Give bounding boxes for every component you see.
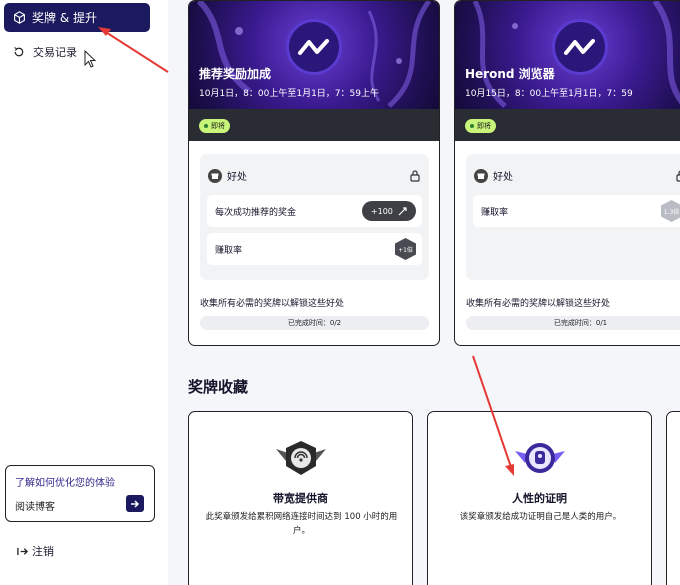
benefit-row: 赚取率 +1倍 — [207, 233, 422, 265]
medal-card[interactable]: 带宽提供商 此奖章颁发给累积网络连接时间达到 100 小时的用户。 — [188, 411, 413, 585]
logout-button[interactable]: 注销 — [17, 543, 54, 559]
cube-icon — [14, 11, 25, 24]
sidebar-item-history[interactable]: 交易记录 — [4, 40, 77, 64]
main-content: 推荐奖励加成 10月1日，8：00上午至1月1日，7：59上午 即将 好处 每次… — [168, 0, 680, 585]
progress-bar: 已完成时间：0/2 — [200, 316, 429, 330]
benefit-label: 每次成功推荐的奖金 — [215, 207, 297, 218]
lock-icon — [676, 170, 680, 182]
collect-text: 收集所有必需的奖牌以解锁这些好处 — [200, 299, 345, 309]
card-status-bar: 即将 — [189, 109, 439, 141]
benefits-header: 好处 — [474, 168, 513, 183]
benefit-value-hex: +1倍 — [395, 238, 416, 260]
lock-icon — [410, 170, 420, 182]
sparkle-icon — [398, 206, 407, 215]
benefit-label: 赚取率 — [481, 207, 509, 218]
boost-card[interactable]: 推荐奖励加成 10月1日，8：00上午至1月1日，7：59上午 即将 好处 每次… — [188, 0, 440, 346]
logout-label: 注销 — [32, 545, 54, 558]
benefits-header: 好处 — [208, 168, 247, 183]
promo-title: 了解如何优化您的体验 — [15, 478, 115, 489]
benefits-label: 好处 — [493, 172, 513, 183]
mouse-cursor-icon — [84, 50, 97, 68]
progress-bar: 已完成时间：0/1 — [466, 316, 680, 330]
gift-icon — [208, 168, 222, 183]
brand-logo-icon — [552, 19, 608, 75]
promo-arrow-button[interactable] — [126, 495, 144, 512]
card-title: 推荐奖励加成 — [199, 67, 272, 81]
arrow-right-icon — [131, 499, 140, 508]
gift-icon — [474, 168, 488, 183]
medal-name: 人性的证明 — [512, 492, 567, 505]
sidebar-item-label: 交易记录 — [33, 46, 77, 59]
medal-description: 该奖章颁发给成功证明自己是人类的用户。 — [459, 512, 622, 522]
card-banner: 推荐奖励加成 10月1日，8：00上午至1月1日，7：59上午 — [189, 1, 439, 109]
medal-card[interactable]: 人性的证明 该奖章颁发给成功证明自己是人类的用户。 — [427, 411, 652, 585]
brand-logo-icon — [286, 19, 342, 75]
status-badge: 即将 — [465, 119, 496, 133]
benefit-label: 赚取率 — [215, 245, 243, 256]
sidebar: 奖牌 & 提升 交易记录 了解如何优化您的体验 阅读博客 注销 — [0, 0, 168, 585]
logout-icon — [17, 547, 28, 555]
benefits-label: 好处 — [227, 172, 247, 183]
card-date: 10月15日，8：00上午至1月1日，7：59 — [465, 89, 633, 99]
benefit-row: 每次成功推荐的奖金 +100 — [207, 195, 422, 227]
boost-card[interactable]: Herond 浏览器 10月15日，8：00上午至1月1日，7：59 即将 好处… — [454, 0, 680, 346]
card-date: 10月1日，8：00上午至1月1日，7：59上午 — [199, 89, 379, 99]
history-icon — [14, 47, 24, 57]
humanity-medal-icon — [514, 443, 565, 473]
benefit-value-pill: +100 — [361, 201, 416, 221]
sidebar-item-label: 奖牌 & 提升 — [32, 11, 97, 25]
promo-card: 了解如何优化您的体验 阅读博客 — [5, 465, 155, 522]
benefit-value-hex: 1.3倍 — [661, 200, 680, 222]
medal-name: 带宽提供商 — [273, 492, 328, 505]
collect-text: 收集所有必需的奖牌以解锁这些好处 — [466, 299, 611, 309]
benefits-panel: 好处 每次成功推荐的奖金 +100 赚取率 +1倍 — [200, 154, 429, 280]
card-title: Herond 浏览器 — [465, 67, 555, 81]
sidebar-item-medals[interactable]: 奖牌 & 提升 — [4, 3, 150, 32]
medal-card[interactable] — [666, 411, 680, 585]
section-title: 奖牌收藏 — [188, 378, 249, 396]
card-status-bar: 即将 — [455, 109, 680, 141]
bandwidth-medal-icon — [275, 441, 326, 475]
benefit-row: 赚取率 1.3倍 — [473, 195, 680, 227]
status-badge: 即将 — [199, 119, 230, 133]
benefits-panel: 好处 赚取率 1.3倍 — [466, 154, 680, 280]
card-banner: Herond 浏览器 10月15日，8：00上午至1月1日，7：59 — [455, 1, 680, 109]
medal-description: 此奖章颁发给累积网络连接时间达到 100 小时的用户。 — [205, 512, 398, 536]
